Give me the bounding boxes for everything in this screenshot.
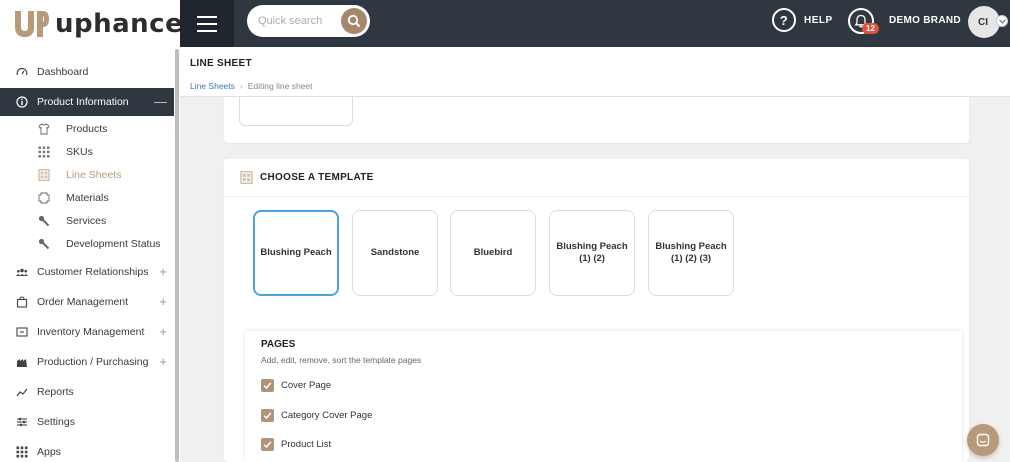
sliders-icon (16, 416, 28, 428)
sidebar-item-products[interactable]: Products (0, 118, 174, 140)
users-icon (16, 266, 28, 278)
sidebar-item-order-management[interactable]: Order Management + (0, 288, 174, 316)
chart-line-icon (16, 386, 28, 398)
search-icon (347, 14, 361, 28)
apps-grid-icon (16, 446, 28, 458)
breadcrumb-link-line-sheets[interactable]: Line Sheets (190, 81, 235, 91)
template-option-blushing-peach[interactable]: Blushing Peach (253, 210, 339, 296)
grid-icon (38, 146, 50, 158)
sidebar-item-development-status[interactable]: Development Status (0, 233, 174, 255)
line-sheet-icon (38, 169, 50, 181)
page-item-category-cover-page[interactable]: Category Cover Page (261, 409, 372, 422)
page-header: LINE SHEET Line Sheets › Editing line shee… (180, 47, 1010, 97)
sidebar-item-reports[interactable]: Reports (0, 378, 174, 406)
chat-icon (976, 433, 990, 447)
template-option-blushing-peach-1-2[interactable]: Blushing Peach (1) (2) (549, 210, 635, 296)
shopping-bag-icon (16, 296, 28, 308)
check-icon (263, 441, 272, 449)
wrench-icon (38, 238, 50, 250)
quick-search (247, 5, 370, 37)
previous-section-card (224, 97, 969, 143)
menu-toggle-button[interactable] (180, 0, 234, 47)
sidebar-item-product-information[interactable]: Product Information — (0, 88, 174, 116)
template-option-blushing-peach-1-2-3[interactable]: Blushing Peach (1) (2) (3) (648, 210, 734, 296)
info-icon (16, 96, 28, 108)
template-card: CHOOSE A TEMPLATE Blushing Peach Sandsto… (224, 159, 969, 462)
brand-name[interactable]: DEMO BRAND (889, 15, 961, 26)
sidebar-item-inventory-management[interactable]: Inventory Management + (0, 318, 174, 346)
template-card-title: CHOOSE A TEMPLATE (260, 172, 374, 183)
notifications-button[interactable]: 12 (848, 8, 879, 34)
pages-panel: PAGES Add, edit, remove, sort the templa… (245, 331, 962, 462)
chat-button[interactable] (967, 424, 999, 456)
fabric-icon (38, 192, 50, 204)
expand-icon[interactable]: + (159, 355, 167, 368)
notification-count-badge: 12 (862, 23, 879, 34)
page-title: LINE SHEET (190, 58, 252, 69)
logo-text: uphance (55, 8, 184, 39)
scrollbar-thumb[interactable] (175, 49, 179, 462)
line-sheet-icon (240, 171, 253, 184)
chevron-down-icon[interactable] (996, 15, 1008, 27)
search-button[interactable] (341, 8, 367, 34)
pages-subtitle: Add, edit, remove, sort the template pag… (261, 355, 422, 365)
breadcrumb: Line Sheets › Editing line sheet (190, 81, 313, 91)
page-item-cover-page[interactable]: Cover Page (261, 379, 331, 392)
shirt-icon (38, 123, 50, 135)
option-tile[interactable] (239, 97, 353, 126)
check-icon (263, 382, 272, 390)
hamburger-icon (197, 15, 217, 18)
expand-icon[interactable]: + (159, 265, 167, 278)
inventory-icon (16, 326, 28, 338)
page-item-product-list[interactable]: Product List (261, 438, 331, 451)
sidebar-item-services[interactable]: Services (0, 210, 174, 232)
sidebar-item-production-purchasing[interactable]: Production / Purchasing + (0, 348, 174, 376)
dashboard-icon (16, 66, 28, 78)
sidebar-item-apps[interactable]: Apps (0, 438, 174, 462)
breadcrumb-separator: › (239, 81, 243, 91)
checkbox-checked[interactable] (261, 438, 274, 451)
check-icon (263, 412, 272, 420)
sidebar-item-dashboard[interactable]: Dashboard (0, 58, 174, 86)
uphance-logo-icon (13, 9, 49, 39)
help-label: HELP (804, 14, 833, 26)
top-bar: uphance ? HELP 12 DEMO BRAND CI (0, 0, 1010, 47)
sidebar-item-customer-relationships[interactable]: Customer Relationships + (0, 258, 174, 286)
sidebar-item-materials[interactable]: Materials (0, 187, 174, 209)
sidebar-item-line-sheets[interactable]: Line Sheets (0, 164, 174, 186)
sidebar-item-settings[interactable]: Settings (0, 408, 174, 436)
checkbox-checked[interactable] (261, 409, 274, 422)
help-button[interactable]: ? HELP (772, 8, 833, 32)
template-option-bluebird[interactable]: Bluebird (450, 210, 536, 296)
production-icon (16, 356, 28, 368)
sidebar-scrollbar[interactable] (174, 47, 180, 462)
template-card-header: CHOOSE A TEMPLATE (224, 159, 969, 197)
pages-title: PAGES (261, 339, 296, 350)
sidebar: Dashboard Product Information — Products… (0, 47, 174, 462)
expand-icon[interactable]: + (159, 325, 167, 338)
breadcrumb-current: Editing line sheet (247, 81, 313, 91)
template-option-sandstone[interactable]: Sandstone (352, 210, 438, 296)
wrench-icon (38, 215, 50, 227)
expand-icon[interactable]: + (159, 295, 167, 308)
collapse-icon[interactable]: — (154, 95, 167, 108)
search-input[interactable] (258, 15, 338, 27)
help-icon: ? (772, 8, 796, 32)
sidebar-item-skus[interactable]: SKUs (0, 141, 174, 163)
logo[interactable]: uphance (0, 0, 184, 47)
checkbox-checked[interactable] (261, 379, 274, 392)
